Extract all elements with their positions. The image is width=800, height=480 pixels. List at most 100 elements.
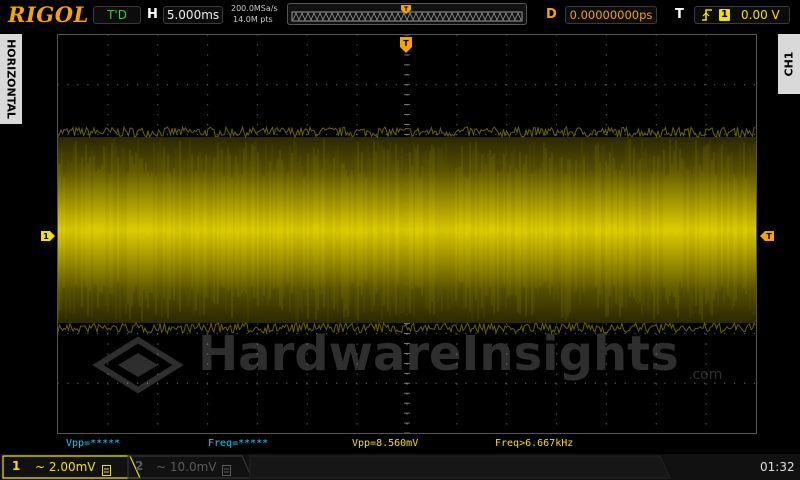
grid-dot	[107, 363, 109, 365]
grid-dot	[97, 133, 99, 136]
grid-dot	[654, 84, 656, 86]
grid-dot	[564, 84, 567, 86]
measurement-ch2-vpp: Vpp=*****	[66, 438, 121, 449]
grid-dot	[456, 54, 458, 56]
grid-dot	[97, 382, 99, 384]
grid-dot	[356, 114, 358, 116]
grid-dot	[605, 423, 608, 425]
grid-dot	[465, 84, 467, 86]
grid-dot	[555, 35, 558, 36]
grid-dot	[506, 423, 508, 425]
grid-dot	[705, 124, 707, 126]
trigger-settings[interactable]: 1 0.00 V	[694, 6, 790, 24]
grid-dot	[705, 74, 707, 76]
grid-dot	[157, 54, 159, 56]
trace-noise-edge	[58, 125, 756, 139]
grid-dot	[574, 84, 577, 86]
grid-dot	[743, 332, 746, 335]
horizontal-delay-value[interactable]: 0.00000000ps	[565, 6, 657, 24]
grid-dot	[415, 84, 417, 86]
grid-dot	[136, 382, 139, 384]
timebase-value[interactable]: 5.000ms	[163, 6, 223, 24]
grid-dot	[655, 413, 657, 415]
grid-dot	[624, 382, 626, 384]
grid-dot	[176, 382, 179, 384]
grid-dot	[655, 74, 657, 76]
grid-dot	[256, 54, 259, 56]
grid-dot	[524, 84, 527, 86]
grid-dot	[475, 382, 477, 384]
run-state-indicator[interactable]: T'D	[93, 6, 141, 24]
grid-dot	[555, 94, 558, 96]
grid-dot	[534, 382, 537, 384]
grid-dot	[505, 382, 507, 384]
grid-dot	[335, 84, 338, 86]
grid-dot	[206, 124, 209, 126]
grid-dot	[714, 332, 716, 335]
grid-dot	[485, 382, 487, 384]
grid-dot	[107, 133, 109, 136]
grid-dot	[605, 54, 608, 56]
grid-dot	[256, 423, 259, 425]
grid-dot	[356, 74, 358, 76]
grid-dot	[684, 382, 686, 384]
grid-dot	[107, 54, 109, 56]
horizontal-menu-tab[interactable]: HORIZONTAL	[0, 34, 22, 124]
grid-dot	[456, 74, 458, 76]
grid-dot	[705, 353, 707, 355]
grid-dot	[306, 382, 308, 384]
grid-dot	[465, 382, 467, 384]
grid-dot	[723, 382, 726, 384]
grid-dot	[356, 323, 358, 325]
grid-dot	[256, 124, 259, 126]
grid-dot	[605, 393, 608, 395]
watermark-suffix: .com	[688, 367, 722, 383]
ch1-channel-tab[interactable]: 1 ~ 2.00mV	[4, 456, 122, 478]
grid-dot	[87, 133, 89, 136]
ch1-menu-tab[interactable]: CH1	[778, 34, 800, 94]
grid-dot	[107, 332, 109, 335]
grid-dot	[186, 382, 189, 384]
grid-dot	[694, 332, 696, 335]
grid-dot	[266, 133, 268, 136]
grid-dot	[465, 133, 467, 136]
grid-dot	[506, 413, 508, 415]
grid-dot	[555, 403, 558, 405]
grid-dot	[306, 413, 308, 415]
grid-dot	[555, 54, 558, 56]
grid-dot	[87, 382, 89, 384]
rising-edge-icon	[701, 8, 713, 25]
memory-overview-bar[interactable]: T	[287, 3, 527, 25]
grid-dot	[325, 133, 328, 136]
ch1-trace-band	[58, 137, 756, 323]
grid-dot	[236, 382, 238, 384]
grid-dot	[664, 382, 666, 384]
ch1-offset-marker[interactable]: 1	[40, 230, 56, 242]
grid-dot	[456, 44, 458, 46]
grid-dot	[77, 84, 79, 86]
grid-dot	[506, 323, 508, 325]
grid-dot	[256, 133, 258, 136]
grid-dot	[325, 84, 328, 86]
grid-dot	[107, 343, 109, 345]
trigger-position-marker[interactable]: T	[399, 36, 413, 54]
grid-dot	[605, 124, 608, 126]
grid-dot	[58, 332, 59, 335]
grid-dot	[694, 84, 696, 86]
grid-dot	[723, 133, 726, 136]
grid-dot	[117, 382, 119, 384]
grid-dot	[196, 84, 198, 86]
waveform-grid: HardwareInsights .com	[58, 35, 756, 433]
grid-dot	[564, 133, 567, 136]
grid-dot	[544, 84, 547, 86]
grid-dot	[107, 382, 109, 384]
grid-dot	[216, 382, 218, 384]
grid-dot	[146, 332, 149, 335]
waveform-display[interactable]: HardwareInsights .com	[57, 34, 757, 434]
grid-dot	[286, 382, 288, 384]
grid-dot	[256, 323, 259, 325]
grid-dot	[266, 382, 268, 384]
grid-dot	[356, 104, 358, 106]
ch2-channel-tab[interactable]: 2 ~ 10.0mV	[130, 456, 240, 478]
trigger-level-marker[interactable]: T	[759, 230, 775, 242]
